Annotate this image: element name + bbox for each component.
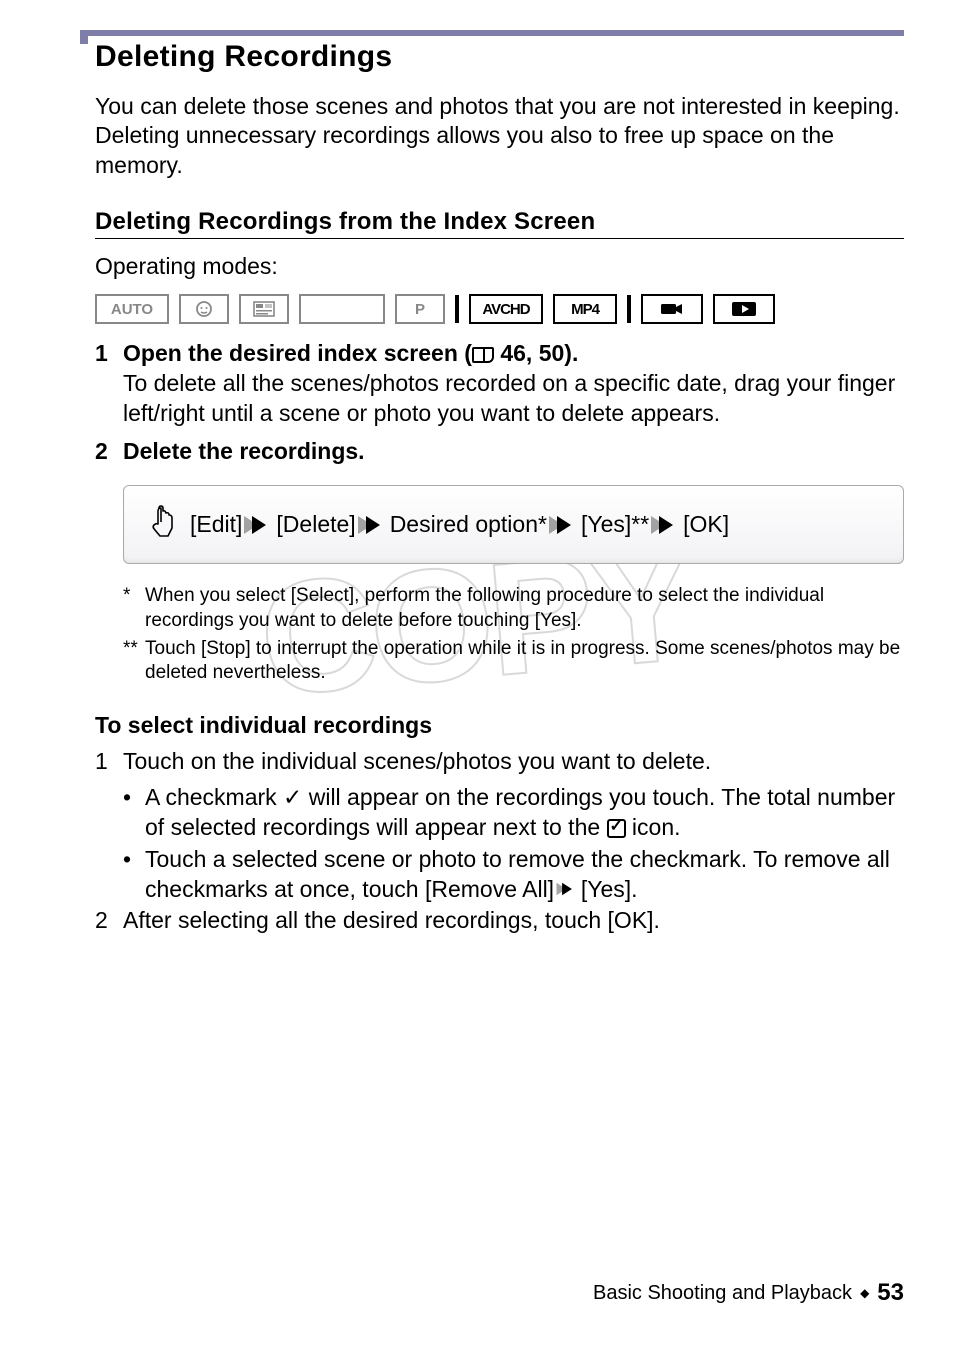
bullet-dot: • (123, 783, 139, 843)
b1a: A checkmark (145, 784, 283, 810)
section-title: Deleting Recordings (95, 40, 904, 74)
mode-baby-icon (179, 294, 229, 324)
step-number: 1 (95, 340, 113, 367)
checkbox-icon (607, 819, 626, 838)
footer-diamond-icon: ◆ (860, 1286, 869, 1300)
mode-play-icon (713, 294, 775, 324)
action-yes: [Yes]** (581, 511, 649, 538)
step-2-title: Delete the recordings. (123, 438, 365, 465)
mode-auto: AUTO (95, 294, 169, 324)
bullet-2-text: Touch a selected scene or photo to remov… (145, 845, 904, 905)
footnote-1: * When you select [Select], perform the … (123, 584, 904, 633)
individual-step-list: 1 Touch on the individual scenes/photos … (95, 747, 904, 936)
step-1-body: To delete all the scenes/photos recorded… (95, 369, 904, 428)
footnote-2-text: Touch [Stop] to interrupt the operation … (145, 637, 904, 686)
action-delete: [Delete] (276, 511, 355, 538)
intro-paragraph: You can delete those scenes and photos t… (95, 92, 904, 180)
indiv-bullets: • A checkmark ✓ will appear on the recor… (95, 783, 904, 905)
mode-divider-2 (627, 295, 631, 323)
footnote-2: ** Touch [Stop] to interrupt the operati… (123, 637, 904, 686)
action-option: Desired option* (390, 511, 547, 538)
mode-mp4: MP4 (553, 294, 617, 324)
action-ok: [OK] (683, 511, 729, 538)
b2a: Touch a selected scene or photo to remov… (145, 846, 890, 902)
operating-modes-label: Operating modes: (95, 253, 904, 280)
arrow-icon (366, 516, 380, 534)
indiv-step-2: 2 After selecting all the desired record… (95, 906, 904, 936)
mode-blank (299, 294, 385, 324)
page-footer: Basic Shooting and Playback ◆ 53 (593, 1279, 904, 1307)
mode-indicator-row: AUTO P AVCHD MP4 (95, 294, 904, 324)
arrow-icon (659, 516, 673, 534)
indiv-step-1-text: Touch on the individual scenes/photos yo… (123, 747, 711, 777)
indiv-step-2-text: After selecting all the desired recordin… (123, 906, 660, 936)
mode-avchd: AVCHD (469, 294, 543, 324)
indiv-step-1: 1 Touch on the individual scenes/photos … (95, 747, 904, 904)
b2b: [Yes]. (574, 876, 637, 902)
bullet-1-text: A checkmark ✓ will appear on the recordi… (145, 783, 904, 843)
arrow-icon (252, 516, 266, 534)
step-1: 1 Open the desired index screen ( 46, 50… (95, 340, 904, 428)
footnote-1-text: When you select [Select], perform the fo… (145, 584, 904, 633)
mode-camera-icon (641, 294, 703, 324)
action-sequence-box: [Edit] [Delete] Desired option* [Yes]** … (123, 485, 904, 564)
main-step-list: 1 Open the desired index screen ( 46, 50… (95, 340, 904, 686)
individual-heading: To select individual recordings (95, 712, 904, 739)
step-1-title-b: 46, 50). (494, 340, 578, 366)
b1c: icon. (626, 814, 681, 840)
arrow-icon (563, 882, 573, 895)
footnote-mark: ** (123, 637, 141, 686)
footnotes: * When you select [Select], perform the … (95, 584, 904, 686)
bullet-1: • A checkmark ✓ will appear on the recor… (123, 783, 904, 843)
subsection-title: Deleting Recordings from the Index Scree… (95, 208, 904, 239)
mode-divider (455, 295, 459, 323)
step-1-title-a: Open the desired index screen ( (123, 340, 472, 366)
step-1-title: Open the desired index screen ( 46, 50). (123, 340, 578, 367)
header-rule (80, 30, 904, 36)
mode-p: P (395, 294, 445, 324)
step-number: 1 (95, 747, 113, 777)
arrow-icon (557, 516, 571, 534)
footer-page-number: 53 (877, 1279, 904, 1307)
bullet-dot: • (123, 845, 139, 905)
step-number: 2 (95, 438, 113, 465)
mode-storyboard-icon (239, 294, 289, 324)
footer-chapter: Basic Shooting and Playback (593, 1282, 852, 1305)
book-ref-icon (472, 347, 494, 363)
step-2: 2 Delete the recordings. [Edit] [Delete]… (95, 438, 904, 686)
footnote-mark: * (123, 584, 141, 633)
action-edit: [Edit] (190, 511, 242, 538)
step-number: 2 (95, 906, 113, 936)
bullet-2: • Touch a selected scene or photo to rem… (123, 845, 904, 905)
touch-icon (148, 504, 176, 545)
